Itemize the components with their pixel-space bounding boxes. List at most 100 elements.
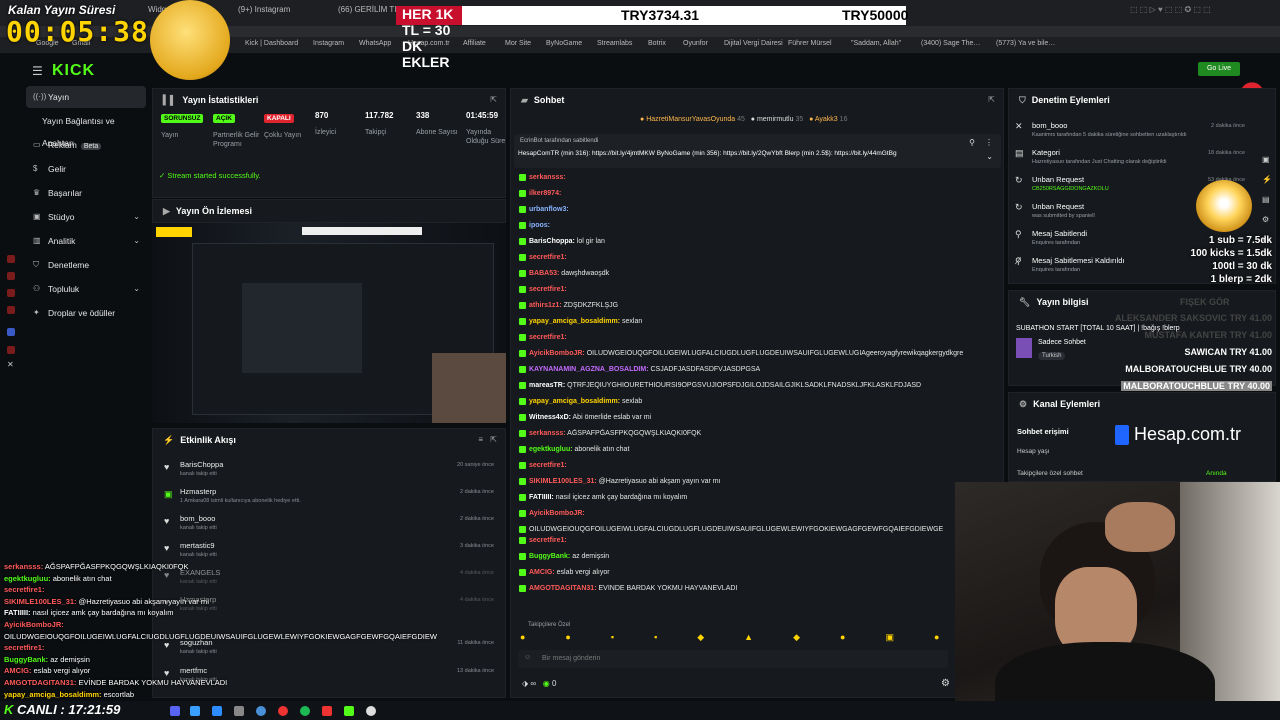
chat-username[interactable]: mareasTR: [529, 382, 565, 389]
go-live-button[interactable]: Go Live [1198, 62, 1240, 76]
bookmark[interactable]: Botrix [648, 40, 666, 47]
rail-channel-icon[interactable] [7, 272, 15, 280]
youtube-icon[interactable] [322, 706, 332, 716]
sidebar-item-stream-key[interactable]: Yayın Bağlantısı ve Anahtarı [26, 110, 146, 148]
bookmark[interactable]: WhatsApp [359, 40, 391, 47]
discord-icon[interactable] [170, 706, 180, 716]
bookmark[interactable]: Streamlabs [597, 40, 632, 47]
more-icon[interactable]: ⋮ [985, 138, 993, 147]
sidebar-item-topluluk[interactable]: ⚇ Topluluk ⌄ [26, 278, 146, 300]
pinned-message[interactable]: EcrinBot tarafından sabitlendi HesapComT… [514, 134, 1001, 168]
chat-username[interactable]: AMGOTDAGITAN31: [529, 585, 597, 592]
chat-username[interactable]: AMCIG: [529, 569, 555, 576]
chat-username[interactable]: ilker8974: [529, 190, 561, 197]
bookmark[interactable]: (5773) Ya ve bile… [996, 40, 1055, 47]
sidebar-item-reklam[interactable]: ▭ Reklam Beta [26, 134, 146, 156]
chat-username[interactable]: athirs1z1: [529, 302, 562, 309]
rail-x-icon[interactable]: ✕ [7, 360, 14, 369]
filter-icon[interactable]: ≡ [478, 435, 483, 444]
obs-icon[interactable] [366, 706, 376, 716]
chat-username[interactable]: yapay_amciga_bosaldimm: [529, 398, 620, 405]
chat-username[interactable]: serkansss: [529, 430, 566, 437]
overlay-chat-user: AMCIG: [4, 666, 32, 676]
chat-username[interactable]: AyicikBomboJR: [529, 350, 585, 357]
rail-channel-icon[interactable] [7, 255, 15, 263]
bookmark[interactable]: Kick | Dashboard [245, 40, 298, 47]
chat-username[interactable]: BuggyBank: [529, 553, 570, 560]
chat-text: lol gir lan [576, 238, 605, 245]
chat-username[interactable]: yapay_amciga_bosaldimm: [529, 318, 620, 325]
popout-icon[interactable]: ⇱ [490, 95, 497, 104]
sidebar-item-yayin[interactable]: ((·)) Yayın [26, 86, 146, 108]
sidebar-item-droplar[interactable]: ✦ Droplar ve ödüller [26, 302, 146, 324]
chat-text: az demişsin [572, 553, 610, 560]
chat-input[interactable]: ☺ Bir mesaj gönderin [518, 650, 948, 668]
chrome-icon[interactable] [256, 706, 266, 716]
bookmark[interactable]: Oyunfor [683, 40, 708, 47]
chat-username[interactable]: KAYNANAMIN_AGZNA_BOSALDIM: [529, 366, 649, 373]
sidebar-item-analitik[interactable]: ▥ Analitik ⌄ [26, 230, 146, 252]
chat-username[interactable]: urbanflow3: [529, 206, 569, 213]
chat-username[interactable]: serkansss: [529, 174, 566, 181]
bookmark[interactable]: Führer Mürsel [788, 40, 832, 47]
popout-icon[interactable]: ⇱ [988, 95, 995, 104]
emote-bar[interactable]: ●●▪▪◆▲◆●▣● [520, 632, 950, 644]
chevron-down-icon[interactable]: ⌄ [986, 152, 993, 161]
heart-icon: ♥ [164, 516, 170, 526]
chat-username[interactable]: secretfire1: [529, 334, 567, 341]
kick-icon[interactable] [344, 706, 354, 716]
app-icon[interactable] [212, 706, 222, 716]
stream-preview[interactable] [152, 223, 506, 423]
emoji-icon[interactable]: ☺ [524, 654, 531, 661]
spotify-icon[interactable] [300, 706, 310, 716]
rail-channel-icon[interactable] [7, 306, 15, 314]
chat-username[interactable]: secretfire1: [529, 537, 567, 544]
sidebar-item-basarilar[interactable]: ♛ Başarılar [26, 182, 146, 204]
followers-only-setting[interactable]: Takipçilere özel sohbet [1017, 470, 1083, 477]
pin-icon[interactable]: ⚲ [969, 138, 975, 147]
rail-channel-icon[interactable] [7, 289, 15, 297]
chat-username[interactable]: BarisChoppa: [529, 238, 575, 245]
bookmark[interactable]: Affiliate [463, 40, 486, 47]
rail-discord-icon[interactable] [7, 328, 15, 336]
chat-username[interactable]: FATIIIII: [529, 494, 554, 501]
chat-username[interactable]: SIKIMLE100LES_31: [529, 478, 597, 485]
rail-icon[interactable]: ▤ [1262, 195, 1276, 215]
chat-username[interactable]: secretfire1: [529, 286, 567, 293]
chat-username[interactable]: BABA53: [529, 270, 559, 277]
rail-icon[interactable]: ⚙ [1262, 215, 1276, 235]
sidebar-item-denetleme[interactable]: ⛉ Denetleme [26, 254, 146, 276]
browser-tab[interactable]: (9+) Instagram [238, 5, 290, 21]
browser-toolbar-icons[interactable]: ⬚ ⬚ ▷ ♥ ⬚ ⬚ ✪ ⬚ ⬚ [1130, 5, 1211, 21]
rail-channel-icon[interactable] [7, 346, 15, 354]
chat-text: Abi ömerlide eslab var mi [572, 414, 652, 421]
bookmark[interactable]: Mor Site [505, 40, 531, 47]
bookmark[interactable]: (3400) Sage The… [921, 40, 980, 47]
gear-icon[interactable]: ⚙ [941, 678, 950, 689]
chat-tools-icon[interactable]: ⬗ ∞ [522, 679, 536, 688]
chat-username[interactable]: Witness4xD: [529, 414, 571, 421]
app-icon[interactable] [190, 706, 200, 716]
chat-username[interactable]: secretfire1: [529, 254, 567, 261]
app-icon[interactable] [234, 706, 244, 716]
chat-username[interactable]: egektkugluu: [529, 446, 573, 453]
bookmark[interactable]: Dijital Vergi Dairesi [724, 40, 783, 47]
sidebar-item-studyo[interactable]: ▣ Stüdyo ⌄ [26, 206, 146, 228]
bookmark[interactable]: "Saddam, Allah" [851, 40, 901, 47]
app-icon[interactable] [278, 706, 288, 716]
chat-text: abonelik atın chat [574, 446, 630, 453]
chat-username[interactable]: secretfire1: [529, 462, 567, 469]
bookmark[interactable]: ByNoGame [546, 40, 582, 47]
sponsor-logo-icon [1115, 425, 1129, 445]
kick-logo[interactable]: KICK [52, 62, 95, 80]
chat-username[interactable]: ipoos: [529, 222, 550, 229]
rail-icon[interactable]: ▣ [1262, 155, 1276, 175]
bookmark[interactable]: Instagram [313, 40, 344, 47]
success-message: ✓ Stream started successfully. [159, 171, 261, 180]
sidebar-item-gelir[interactable]: $ Gelir [26, 158, 146, 180]
hamburger-menu-icon[interactable]: ☰ [32, 64, 43, 78]
chat-message: serkansss: [519, 173, 999, 183]
chat-username[interactable]: AyicikBomboJR: [529, 510, 585, 517]
bolt-icon[interactable]: ⚡ [1262, 175, 1276, 195]
popout-icon[interactable]: ⇱ [490, 435, 497, 444]
